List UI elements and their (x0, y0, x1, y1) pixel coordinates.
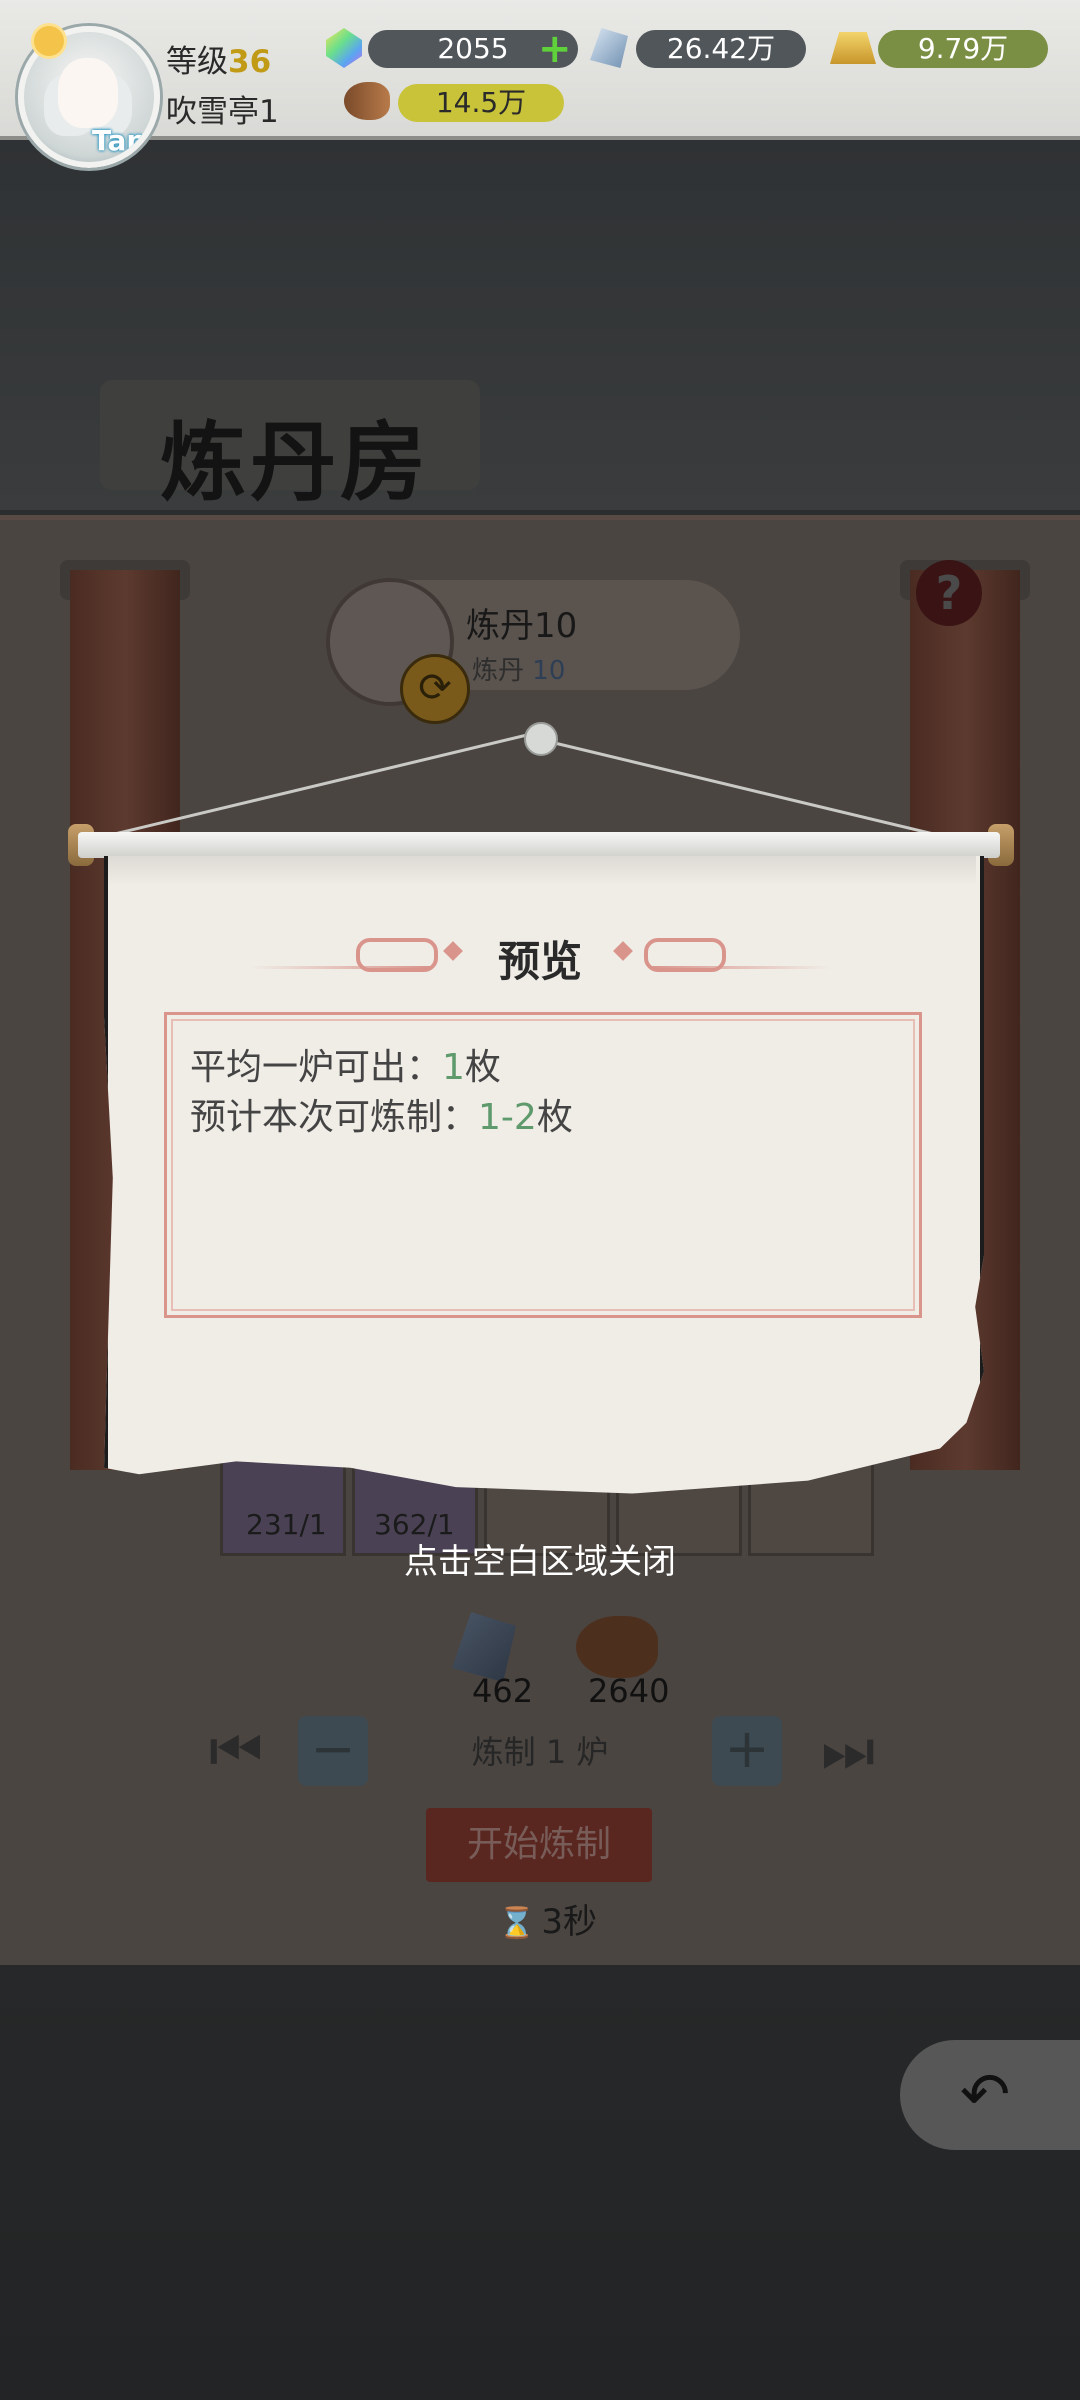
worker-skill: 炼丹 10 (472, 650, 565, 687)
plus-icon[interactable]: + (538, 29, 572, 69)
craft-timer: ⌛ 3秒 (498, 1894, 597, 1943)
scroll-rod (78, 832, 1000, 858)
wood-icon (344, 82, 390, 120)
title-deco-line-right (650, 966, 830, 969)
level-label: 等级 (166, 44, 228, 80)
page-title: 炼丹房 (160, 412, 430, 513)
scroll-shadow (104, 856, 976, 886)
worker-skill-value: 10 (532, 656, 566, 686)
expected-yield-unit: 枚 (536, 1097, 573, 1138)
crystal-counter: 26.42万 (636, 30, 806, 68)
crystal-cost: 462 (472, 1672, 534, 1710)
tap-badge: Tap (92, 124, 147, 157)
swap-icon[interactable]: ⟳ (400, 654, 470, 724)
max-count-button[interactable]: ⏭ (812, 1716, 884, 1786)
wood-cost: 2640 (588, 1672, 670, 1710)
sun-icon (34, 26, 64, 56)
expected-yield-label: 预计本次可炼制： (190, 1097, 479, 1138)
hourglass-icon: ⌛ (498, 1906, 536, 1941)
average-yield-label: 平均一炉可出： (190, 1047, 443, 1088)
min-count-button[interactable]: ⏮ (200, 1716, 272, 1786)
lower-scene-background (0, 1965, 1080, 2400)
worker-name: 炼丹10 (466, 606, 578, 646)
level-value: 36 (228, 44, 272, 80)
decrease-button[interactable]: − (298, 1716, 368, 1786)
timer-value: 3秒 (541, 1902, 597, 1942)
wood-cost-icon (576, 1616, 658, 1678)
expected-yield-value: 1-2 (478, 1097, 537, 1138)
craft-count: 炼制 1 炉 (372, 1724, 708, 1780)
gold-counter: 9.79万 (878, 30, 1048, 68)
modal-title: 预览 (497, 937, 582, 986)
average-yield-unit: 枚 (464, 1047, 501, 1088)
close-hint[interactable]: 点击空白区域关闭 (0, 1534, 1080, 1583)
avatar-face (58, 58, 118, 128)
wood-counter: 14.5万 (398, 84, 564, 122)
scroll-hook (524, 722, 558, 756)
help-icon[interactable]: ? (916, 560, 982, 626)
average-yield-value: 1 (442, 1047, 465, 1088)
game-screen: 炼丹房 炼丹10 炼丹 10 ⟳ ? 231/1 362/1 462 2640 … (0, 0, 1080, 2400)
worker-skill-label: 炼丹 (472, 656, 525, 686)
player-name: 吹雪亭1 (166, 94, 279, 130)
increase-button[interactable]: + (712, 1716, 782, 1786)
return-icon[interactable]: ↶ (900, 2040, 1080, 2150)
expected-yield-line: 预计本次可炼制：1-2枚 (190, 1088, 573, 1140)
title-swirl-left (356, 938, 438, 972)
start-crafting-button[interactable]: 开始炼制 (426, 1808, 652, 1882)
average-yield-line: 平均一炉可出：1枚 (190, 1038, 501, 1090)
player-level: 等级36 (166, 36, 271, 81)
